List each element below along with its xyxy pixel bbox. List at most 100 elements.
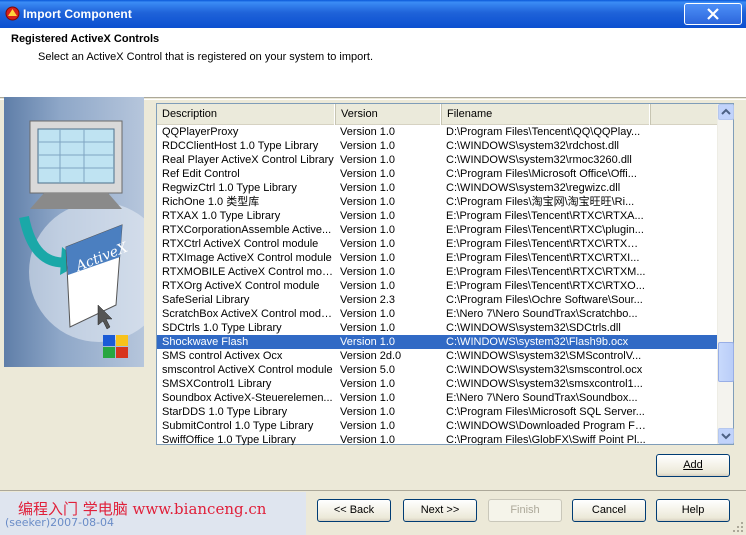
item-filename: C:\Program Files\Microsoft Office\Offi..…: [446, 168, 637, 180]
list-item[interactable]: SMSXControl1 Library Version 1.0 C:\WINDOW…: [157, 377, 718, 391]
item-version: Version 1.0: [340, 434, 396, 445]
item-description: SwiffOffice 1.0 Type Library: [162, 434, 296, 445]
item-description: QQPlayerProxy: [162, 126, 239, 138]
list-item[interactable]: ScratchBox ActiveX Control module Version…: [157, 307, 718, 321]
item-filename: C:\Program Files\Ochre Software\Sour...: [446, 294, 643, 306]
item-description: Shockwave Flash: [162, 336, 249, 348]
list-item[interactable]: QQPlayerProxy Version 1.0 D:\Program Files…: [157, 125, 718, 139]
back-button[interactable]: << Back: [317, 499, 391, 522]
item-filename: C:\WINDOWS\Downloaded Program Fi...: [446, 420, 646, 432]
item-filename: C:\WINDOWS\system32\rmoc3260.dll: [446, 154, 632, 166]
title-bar: Import Component: [0, 0, 746, 28]
item-version: Version 1.0: [340, 252, 396, 264]
item-version: Version 1.0: [340, 140, 396, 152]
page-title: Registered ActiveX Controls: [11, 33, 160, 45]
list-item[interactable]: SMS control Activex Ocx Version 2d.0 C:\WI…: [157, 349, 718, 363]
page-subtitle: Select an ActiveX Control that is regist…: [38, 51, 374, 63]
vertical-scrollbar[interactable]: [717, 104, 734, 444]
list-item[interactable]: RTXOrg ActiveX Control module Version 1.0…: [157, 279, 718, 293]
list-header: Description Version Filename: [157, 104, 718, 125]
list-item[interactable]: Ref Edit Control Version 1.0 C:\Program Fi…: [157, 167, 718, 181]
item-filename: C:\WINDOWS\system32\smscontrol.ocx: [446, 364, 643, 376]
close-button[interactable]: [684, 3, 742, 25]
item-description: SDCtrls 1.0 Type Library: [162, 322, 282, 334]
list-item[interactable]: RTXMOBILE ActiveX Control module Version …: [157, 265, 718, 279]
item-version: Version 1.0: [340, 280, 396, 292]
item-filename: C:\Program Files\Microsoft SQL Server...: [446, 406, 645, 418]
activex-illustration: ActiveX: [19, 120, 144, 358]
list-item[interactable]: RegwizCtrl 1.0 Type Library Version 1.0 C:…: [157, 181, 718, 195]
list-item[interactable]: StarDDS 1.0 Type Library Version 1.0 C:\Pr…: [157, 405, 718, 419]
item-version: Version 1.0: [340, 126, 396, 138]
list-item[interactable]: Real Player ActiveX Control Library Versi…: [157, 153, 718, 167]
item-filename: C:\Program Files\淘宝网\淘宝旺旺\Ri...: [446, 196, 635, 208]
item-version: Version 1.0: [340, 266, 396, 278]
item-description: SMSXControl1 Library: [162, 378, 272, 390]
finish-button: Finish: [488, 499, 562, 522]
activex-list[interactable]: Description Version Filename QQPlayerPro…: [156, 103, 734, 445]
column-version[interactable]: Version: [336, 104, 442, 125]
scroll-down-button[interactable]: [718, 428, 734, 444]
list-item[interactable]: SDCtrls 1.0 Type Library Version 1.0 C:\WI…: [157, 321, 718, 335]
wizard-graphic: ActiveX: [4, 97, 144, 367]
item-description: RTXAX 1.0 Type Library: [162, 210, 281, 222]
list-item[interactable]: RTXCorporationAssemble Active... Version …: [157, 223, 718, 237]
item-description: SMS control Activex Ocx: [162, 350, 283, 362]
list-item[interactable]: RTXImage ActiveX Control module Version 1…: [157, 251, 718, 265]
arrow-down-icon: [721, 433, 731, 440]
item-version: Version 1.0: [340, 406, 396, 418]
item-filename: C:\Program Files\GlobFX\Swiff Point Pl..…: [446, 434, 646, 445]
help-button[interactable]: Help: [656, 499, 730, 522]
column-filename[interactable]: Filename: [442, 104, 651, 125]
item-version: Version 1.0: [340, 420, 396, 432]
watermark: 编程入门 学电脑 www.bianceng.cn (seeker)2007-08…: [0, 492, 306, 535]
list-item[interactable]: RichOne 1.0 类型库 Version 1.0 C:\Program Fil…: [157, 195, 718, 209]
item-description: RTXCorporationAssemble Active...: [162, 224, 332, 236]
item-description: Soundbox ActiveX-Steuerelemen...: [162, 392, 333, 404]
list-item[interactable]: SubmitControl 1.0 Type Library Version 1.…: [157, 419, 718, 433]
item-description: RichOne 1.0 类型库: [162, 196, 260, 208]
list-item[interactable]: Soundbox ActiveX-Steuerelemen... Version …: [157, 391, 718, 405]
list-item[interactable]: RDCClientHost 1.0 Type Library Version 1.…: [157, 139, 718, 153]
item-description: RTXMOBILE ActiveX Control module: [162, 266, 334, 278]
app-icon: [5, 6, 20, 21]
item-version: Version 2.3: [340, 294, 396, 306]
column-description[interactable]: Description: [157, 104, 336, 125]
item-version: Version 1.0: [340, 336, 396, 348]
scroll-up-button[interactable]: [718, 104, 734, 120]
list-rows: QQPlayerProxy Version 1.0 D:\Program Files…: [157, 125, 718, 445]
scroll-thumb[interactable]: [718, 342, 734, 382]
footer-divider: [0, 490, 746, 491]
item-version: Version 1.0: [340, 238, 396, 250]
item-filename: E:\Program Files\Tencent\RTXC\RTXM...: [446, 266, 646, 278]
item-version: Version 1.0: [340, 392, 396, 404]
next-button[interactable]: Next >>: [403, 499, 477, 522]
item-description: RTXImage ActiveX Control module: [162, 252, 332, 264]
list-item[interactable]: RTXAX 1.0 Type Library Version 1.0 E:\Prog…: [157, 209, 718, 223]
list-item[interactable]: RTXCtrl ActiveX Control module Version 1.…: [157, 237, 718, 251]
item-version: Version 1.0: [340, 182, 396, 194]
resize-grip-icon[interactable]: [732, 521, 744, 533]
item-filename: C:\WINDOWS\system32\SMScontrolV...: [446, 350, 642, 362]
column-filler: [651, 104, 718, 125]
item-filename: E:\Program Files\Tencent\RTXC\RTXCt...: [446, 238, 646, 250]
item-description: RTXCtrl ActiveX Control module: [162, 238, 319, 250]
item-description: Real Player ActiveX Control Library: [162, 154, 334, 166]
list-item[interactable]: Shockwave Flash Version 1.0 C:\WINDOWS\sys…: [157, 335, 718, 349]
list-item[interactable]: SwiffOffice 1.0 Type Library Version 1.0 C…: [157, 433, 718, 445]
cancel-button[interactable]: Cancel: [572, 499, 646, 522]
item-description: smscontrol ActiveX Control module: [162, 364, 333, 376]
item-filename: E:\Nero 7\Nero SoundTrax\Scratchbo...: [446, 308, 638, 320]
item-version: Version 1.0: [340, 308, 396, 320]
close-icon: [707, 8, 719, 20]
item-description: SubmitControl 1.0 Type Library: [162, 420, 314, 432]
item-filename: E:\Program Files\Tencent\RTXC\RTXO...: [446, 280, 645, 292]
item-version: Version 1.0: [340, 196, 396, 208]
list-item[interactable]: smscontrol ActiveX Control module Version…: [157, 363, 718, 377]
add-button[interactable]: Add: [656, 454, 730, 477]
list-item[interactable]: SafeSerial Library Version 2.3 C:\Program …: [157, 293, 718, 307]
item-filename: D:\Program Files\Tencent\QQ\QQPlay...: [446, 126, 641, 138]
item-description: SafeSerial Library: [162, 294, 250, 306]
item-version: Version 1.0: [340, 322, 396, 334]
item-filename: C:\WINDOWS\system32\SDCtrls.dll: [446, 322, 621, 334]
